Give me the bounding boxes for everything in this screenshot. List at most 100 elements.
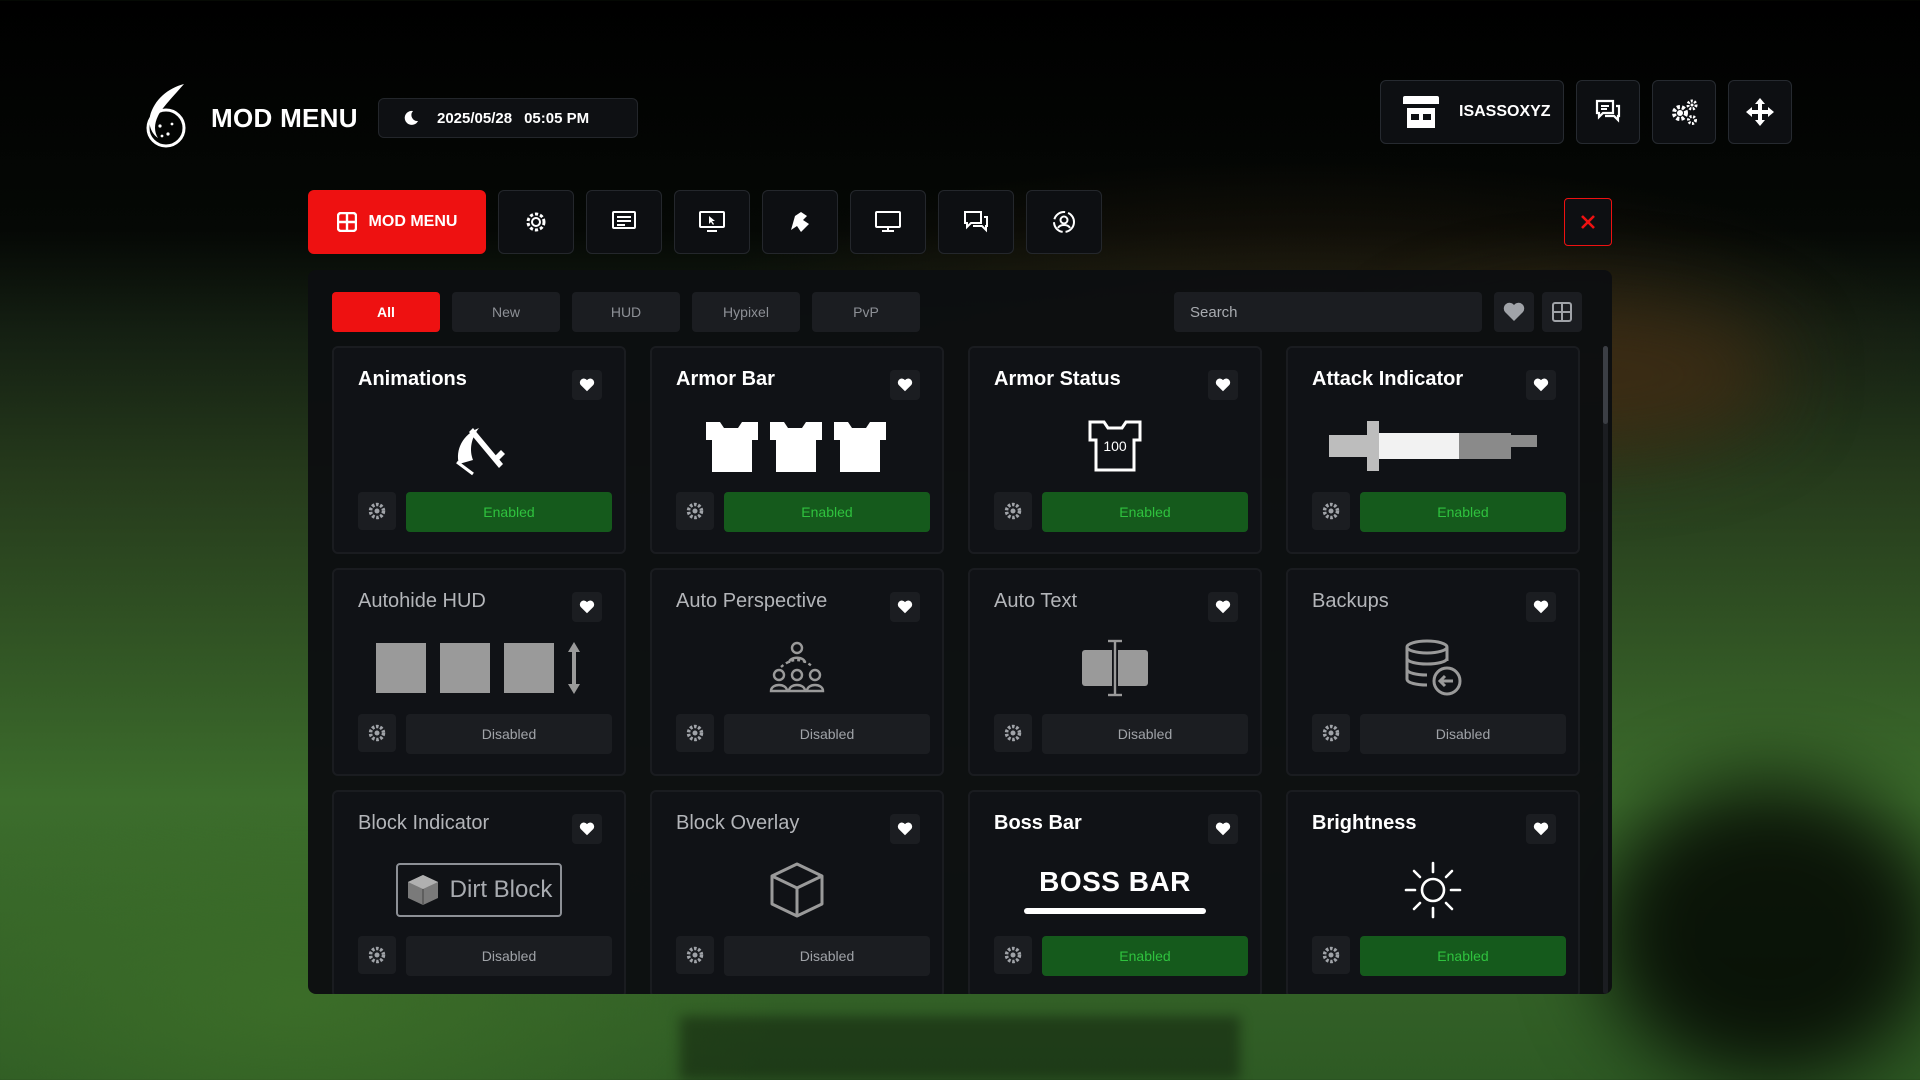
mod-title: Backups xyxy=(1312,590,1389,612)
heart-icon xyxy=(897,600,913,614)
mod-settings-button[interactable] xyxy=(676,492,714,530)
mod-settings-button[interactable] xyxy=(1312,936,1350,974)
datetime-display: 2025/05/28 05:05 PM xyxy=(378,98,638,138)
scrollbar[interactable] xyxy=(1603,346,1608,994)
favorite-button[interactable] xyxy=(1208,370,1238,400)
mod-settings-button[interactable] xyxy=(1312,492,1350,530)
favorite-button[interactable] xyxy=(572,592,602,622)
profile-icon xyxy=(1053,211,1075,233)
mod-card-brightness[interactable]: Brightness Enabled xyxy=(1286,790,1580,994)
mod-toggle-button[interactable]: Enabled xyxy=(406,492,612,532)
monitor-icon xyxy=(875,211,901,232)
move-arrows-icon xyxy=(1746,98,1774,126)
mod-toggle-button[interactable]: Disabled xyxy=(1042,714,1248,754)
mod-toggle-button[interactable]: Enabled xyxy=(1360,492,1566,532)
tab-profile[interactable] xyxy=(1026,190,1102,254)
favorite-button[interactable] xyxy=(1526,370,1556,400)
mod-toggle-button[interactable]: Disabled xyxy=(1360,714,1566,754)
messages-button[interactable] xyxy=(1576,80,1640,144)
move-hud-button[interactable] xyxy=(1728,80,1792,144)
mod-toggle-button[interactable]: Disabled xyxy=(406,714,612,754)
mod-card-attack-indicator[interactable]: Attack Indicator Enabled xyxy=(1286,346,1580,554)
favorite-button[interactable] xyxy=(890,814,920,844)
mod-title: Auto Perspective xyxy=(676,590,828,612)
tab-mod-menu[interactable]: MOD MENU xyxy=(308,190,486,254)
favorite-button[interactable] xyxy=(890,370,920,400)
close-icon xyxy=(1581,215,1595,229)
gears-icon xyxy=(1672,99,1698,125)
favorite-button[interactable] xyxy=(890,592,920,622)
mod-card-auto-perspective[interactable]: Auto Perspective Disabled xyxy=(650,568,944,776)
mod-toggle-button[interactable]: Enabled xyxy=(724,492,930,532)
mod-preview xyxy=(652,630,942,706)
search-input[interactable] xyxy=(1174,292,1482,332)
mod-preview: 100 xyxy=(970,408,1260,484)
favorite-button[interactable] xyxy=(1526,592,1556,622)
gear-icon xyxy=(1004,946,1022,964)
tab-chat[interactable] xyxy=(938,190,1014,254)
filter-all[interactable]: All xyxy=(332,292,440,332)
gear-icon xyxy=(526,212,546,232)
mod-settings-button[interactable] xyxy=(358,936,396,974)
gear-icon xyxy=(368,502,386,520)
mod-card-armor-status[interactable]: Armor Status 100 Enabled xyxy=(968,346,1262,554)
settings-button[interactable] xyxy=(1652,80,1716,144)
date-text: 2025/05/28 xyxy=(437,109,513,127)
filter-new[interactable]: New xyxy=(452,292,560,332)
favorite-button[interactable] xyxy=(1526,814,1556,844)
filter-hud[interactable]: HUD xyxy=(572,292,680,332)
favorites-filter-button[interactable] xyxy=(1494,292,1534,332)
tab-display[interactable] xyxy=(850,190,926,254)
mod-card-armor-bar[interactable]: Armor Bar Enabled xyxy=(650,346,944,554)
mod-card-animations[interactable]: Animations Enabled xyxy=(332,346,626,554)
mod-card-boss-bar[interactable]: Boss Bar BOSS BAR Enabled xyxy=(968,790,1262,994)
gear-icon xyxy=(1322,724,1340,742)
mod-card-block-indicator[interactable]: Block Indicator Dirt Block Disabled xyxy=(332,790,626,994)
background-blur xyxy=(1600,780,1920,1080)
favorite-button[interactable] xyxy=(1208,814,1238,844)
heart-icon xyxy=(1533,600,1549,614)
mod-card-autohide-hud[interactable]: Autohide HUD Disabled xyxy=(332,568,626,776)
heart-icon xyxy=(1215,378,1231,392)
mod-preview xyxy=(652,852,942,928)
mod-toggle-button[interactable]: Disabled xyxy=(724,714,930,754)
mod-settings-button[interactable] xyxy=(994,714,1032,752)
mod-settings-button[interactable] xyxy=(358,714,396,752)
mod-toggle-button[interactable]: Disabled xyxy=(406,936,612,976)
tab-screen[interactable] xyxy=(674,190,750,254)
boss-bar-preview: BOSS BAR xyxy=(1024,866,1206,914)
close-button[interactable] xyxy=(1564,198,1612,246)
mod-card-backups[interactable]: Backups Disabled xyxy=(1286,568,1580,776)
mod-settings-button[interactable] xyxy=(994,936,1032,974)
mod-title: Attack Indicator xyxy=(1312,368,1464,390)
favorite-button[interactable] xyxy=(572,370,602,400)
mod-title: Boss Bar xyxy=(994,812,1082,834)
cosmetic-icon xyxy=(791,212,809,232)
mod-settings-button[interactable] xyxy=(676,936,714,974)
mod-toggle-button[interactable]: Enabled xyxy=(1360,936,1566,976)
mods-panel: All New HUD Hypixel PvP Animations Enabl… xyxy=(308,270,1612,994)
grid-view-button[interactable] xyxy=(1542,292,1582,332)
mod-settings-button[interactable] xyxy=(358,492,396,530)
mod-title: Autohide HUD xyxy=(358,590,486,612)
tab-text[interactable] xyxy=(586,190,662,254)
mod-toggle-button[interactable]: Disabled xyxy=(724,936,930,976)
tab-mod-menu-label: MOD MENU xyxy=(368,213,458,230)
user-profile-button[interactable]: ISASSOXYZ xyxy=(1380,80,1564,144)
filter-pvp[interactable]: PvP xyxy=(812,292,920,332)
mod-toggle-button[interactable]: Enabled xyxy=(1042,492,1248,532)
mod-settings-button[interactable] xyxy=(1312,714,1350,752)
gear-icon xyxy=(368,946,386,964)
mod-settings-button[interactable] xyxy=(676,714,714,752)
tab-settings[interactable] xyxy=(498,190,574,254)
scrollbar-thumb[interactable] xyxy=(1603,346,1608,424)
gear-icon xyxy=(686,724,704,742)
favorite-button[interactable] xyxy=(1208,592,1238,622)
mod-settings-button[interactable] xyxy=(994,492,1032,530)
mod-card-block-overlay[interactable]: Block Overlay Disabled xyxy=(650,790,944,994)
mod-card-auto-text[interactable]: Auto Text Disabled xyxy=(968,568,1262,776)
tab-cosmetics[interactable] xyxy=(762,190,838,254)
filter-hypixel[interactable]: Hypixel xyxy=(692,292,800,332)
favorite-button[interactable] xyxy=(572,814,602,844)
mod-toggle-button[interactable]: Enabled xyxy=(1042,936,1248,976)
